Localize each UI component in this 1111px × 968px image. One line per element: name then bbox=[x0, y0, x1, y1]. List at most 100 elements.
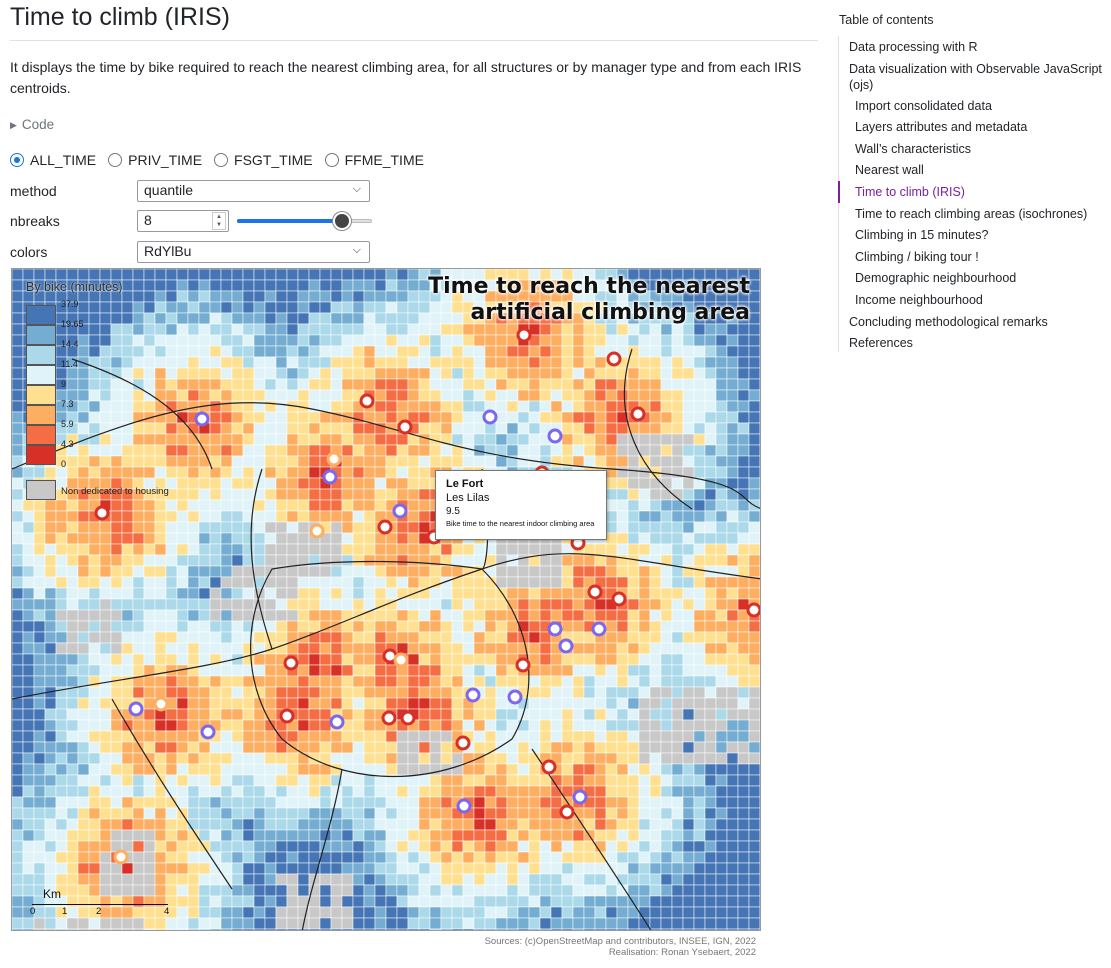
toc-item-biking-tour[interactable]: Climbing / biking tour ! bbox=[855, 249, 979, 265]
toc-item-references[interactable]: References bbox=[849, 335, 913, 351]
tooltip-value: 9.5 bbox=[446, 506, 460, 517]
climbing-area-marker[interactable] bbox=[322, 469, 338, 485]
radio-fsgt-time[interactable]: FSGT_TIME bbox=[214, 152, 313, 168]
scale-unit: Km bbox=[43, 887, 61, 901]
legend-swatch bbox=[26, 425, 56, 445]
climbing-area-marker[interactable] bbox=[746, 602, 760, 618]
climbing-area-marker[interactable] bbox=[611, 591, 627, 607]
map-canvas[interactable] bbox=[12, 269, 761, 931]
climbing-area-marker[interactable] bbox=[279, 708, 295, 724]
climbing-area-marker[interactable] bbox=[392, 503, 408, 519]
slider-fill bbox=[237, 219, 343, 223]
legend-tick-label: 4.3 bbox=[61, 439, 74, 449]
radio-ffme-time[interactable]: FFME_TIME bbox=[324, 152, 424, 168]
legend-tick-label: 37.9 bbox=[61, 299, 79, 309]
climbing-area-marker[interactable] bbox=[558, 638, 574, 654]
radio-all-time[interactable]: ALL_TIME bbox=[10, 152, 96, 168]
climbing-area-marker[interactable] bbox=[326, 451, 342, 467]
legend-tick-label: 7.3 bbox=[61, 399, 74, 409]
climbing-area-marker[interactable] bbox=[456, 798, 472, 814]
climbing-area-marker[interactable] bbox=[94, 505, 110, 521]
slider-handle[interactable] bbox=[333, 212, 352, 230]
choropleth-map[interactable]: Time to reach the nearest artificial cli… bbox=[11, 268, 761, 931]
colors-select[interactable]: RdYlBu ⌵ bbox=[137, 241, 370, 263]
climbing-area-marker[interactable] bbox=[541, 759, 557, 775]
variable-radio-group: ALL_TIME PRIV_TIME FSGT_TIME FFME_TIME bbox=[10, 152, 436, 168]
scale-bar: Km 0 1 2 4 bbox=[30, 887, 170, 927]
code-toggle-label: Code bbox=[21, 117, 55, 132]
climbing-area-marker[interactable] bbox=[507, 689, 523, 705]
climbing-area-marker[interactable] bbox=[559, 804, 575, 820]
climbing-area-marker[interactable] bbox=[547, 621, 563, 637]
climbing-area-marker[interactable] bbox=[283, 655, 299, 671]
colors-label: colors bbox=[10, 244, 48, 260]
nbreaks-slider[interactable] bbox=[237, 211, 372, 231]
climbing-area-marker[interactable] bbox=[587, 584, 603, 600]
climbing-area-marker[interactable] bbox=[515, 657, 531, 673]
method-row: method quantile ⌵ bbox=[10, 179, 370, 203]
title-divider bbox=[10, 40, 818, 41]
toc-item-demographic[interactable]: Demographic neighbourhood bbox=[855, 270, 1016, 286]
climbing-area-marker[interactable] bbox=[630, 406, 646, 422]
chevron-down-icon: ⌵ bbox=[352, 244, 361, 256]
stepper-icon[interactable]: ▲ ▼ bbox=[212, 212, 226, 230]
radio-dot[interactable] bbox=[324, 153, 339, 167]
climbing-area-marker[interactable] bbox=[329, 714, 345, 730]
climbing-area-marker[interactable] bbox=[591, 621, 607, 637]
toc-item-concluding-remarks[interactable]: Concluding methodological remarks bbox=[849, 314, 1048, 330]
nbreaks-value: 8 bbox=[144, 212, 152, 228]
climbing-area-marker[interactable] bbox=[128, 701, 144, 717]
method-label: method bbox=[10, 183, 57, 199]
toc-item-data-processing[interactable]: Data processing with R bbox=[849, 39, 978, 55]
nbreaks-row: nbreaks 8 ▲ ▼ bbox=[10, 209, 372, 233]
climbing-area-marker[interactable] bbox=[606, 351, 622, 367]
climbing-area-marker[interactable] bbox=[572, 789, 588, 805]
legend-swatch bbox=[26, 365, 56, 385]
nbreaks-input[interactable]: 8 ▲ ▼ bbox=[137, 210, 229, 232]
legend-tick-label: 9 bbox=[61, 379, 67, 389]
legend-title: By bike (minutes) bbox=[26, 280, 123, 294]
toc-item-layers-attributes[interactable]: Layers attributes and metadata bbox=[855, 119, 1027, 135]
toc-item-nearest-wall[interactable]: Nearest wall bbox=[855, 162, 924, 178]
climbing-area-marker[interactable] bbox=[455, 735, 471, 751]
climbing-area-marker[interactable] bbox=[153, 696, 169, 712]
climbing-area-marker[interactable] bbox=[309, 523, 325, 539]
climbing-area-marker[interactable] bbox=[200, 724, 216, 740]
toc-item-data-visualization[interactable]: Data visualization with Observable JavaS… bbox=[849, 61, 1111, 93]
radio-label: FFME_TIME bbox=[344, 152, 424, 168]
climbing-area-marker[interactable] bbox=[516, 327, 532, 343]
radio-dot[interactable] bbox=[108, 153, 123, 167]
toc-item-import-data[interactable]: Import consolidated data bbox=[855, 98, 992, 114]
legend-swatch bbox=[26, 325, 56, 345]
radio-priv-time[interactable]: PRIV_TIME bbox=[108, 152, 202, 168]
toc-item-time-to-climb[interactable]: Time to climb (IRIS) bbox=[855, 184, 965, 200]
climbing-area-marker[interactable] bbox=[359, 393, 375, 409]
legend-tick-label: 19.65 bbox=[61, 319, 84, 329]
climbing-area-marker[interactable] bbox=[377, 519, 393, 535]
scale-line bbox=[32, 904, 168, 905]
climbing-area-marker[interactable] bbox=[393, 652, 409, 668]
toc-item-isochrones[interactable]: Time to reach climbing areas (isochrones… bbox=[855, 206, 1087, 222]
credits-author: Realisation: Ronan Ysebaert, 2022 bbox=[608, 947, 756, 958]
climbing-area-marker[interactable] bbox=[113, 849, 129, 865]
caret-right-icon: ▶ bbox=[10, 120, 17, 130]
map-credits: Sources: (c)OpenStreetMap and contributo… bbox=[485, 936, 756, 958]
legend-swatch bbox=[26, 345, 56, 365]
code-toggle[interactable]: ▶ Code bbox=[10, 117, 54, 132]
climbing-area-marker[interactable] bbox=[397, 419, 413, 435]
radio-dot[interactable] bbox=[10, 153, 24, 167]
climbing-area-marker[interactable] bbox=[381, 710, 397, 726]
climbing-area-marker[interactable] bbox=[194, 411, 210, 427]
climbing-area-marker[interactable] bbox=[465, 687, 481, 703]
legend-tick-label: 14.4 bbox=[61, 339, 79, 349]
climbing-area-marker[interactable] bbox=[400, 710, 416, 726]
colors-row: colors RdYlBu ⌵ bbox=[10, 240, 370, 264]
legend-non-dedicated-swatch bbox=[26, 480, 56, 500]
toc-item-income[interactable]: Income neighbourhood bbox=[855, 292, 983, 308]
climbing-area-marker[interactable] bbox=[547, 428, 563, 444]
toc-item-climbing-15-minutes[interactable]: Climbing in 15 minutes? bbox=[855, 227, 988, 243]
method-select[interactable]: quantile ⌵ bbox=[137, 180, 370, 202]
toc-item-walls-characteristics[interactable]: Wall’s characteristics bbox=[855, 141, 971, 157]
climbing-area-marker[interactable] bbox=[482, 409, 498, 425]
radio-dot[interactable] bbox=[214, 153, 229, 167]
